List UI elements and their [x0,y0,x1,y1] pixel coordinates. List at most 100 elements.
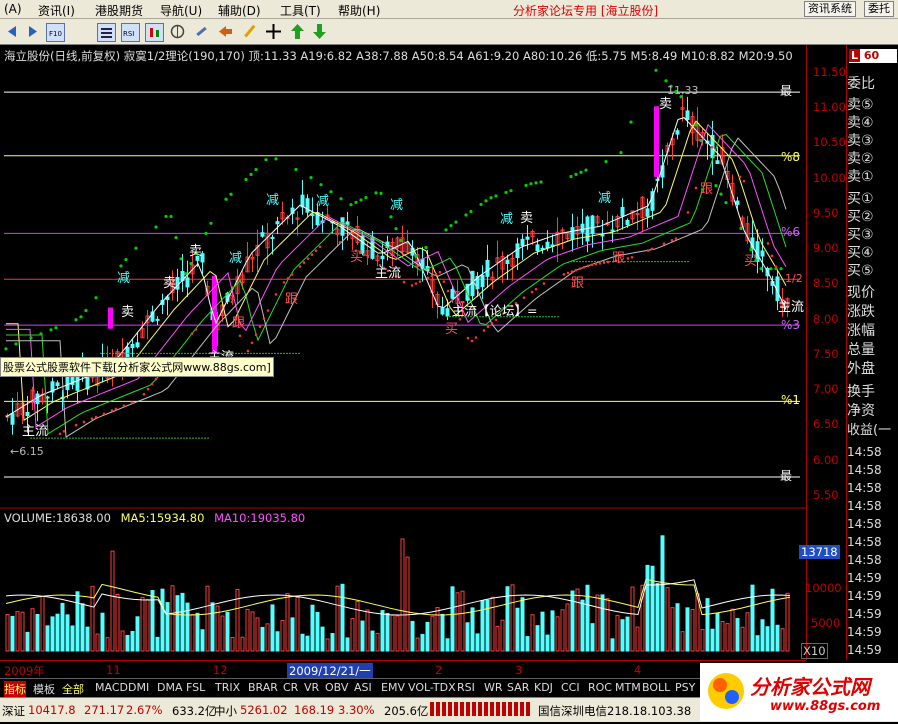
sar-dot [94,296,98,300]
indicator-tab[interactable]: RSI [457,681,475,694]
quote-label: 卖② [847,151,874,167]
candle-body [10,413,15,425]
wrench-icon[interactable] [193,23,210,40]
sar-dot [84,308,88,313]
support-dot [74,423,78,427]
support-dot [130,401,134,404]
down-arrow-icon[interactable] [311,23,328,40]
volume-bar [135,616,140,652]
indicator-tab[interactable]: 指标 [4,681,26,697]
rsi-icon[interactable]: RSI [121,23,140,42]
indicator-tab[interactable]: EMV [381,681,405,694]
support-dot [146,387,150,391]
sar-dot [189,262,193,266]
pencil-icon[interactable] [241,23,258,40]
volume-bar [65,614,70,652]
menu-item-nav[interactable]: 导航(U) [160,2,202,19]
indicator-tab[interactable]: VR [304,681,319,694]
support-dot [566,271,570,275]
pct-label: %1 [781,393,801,407]
info-system-button[interactable]: 资讯系统 [804,1,856,17]
volume-bar [15,611,20,652]
support-dot [114,407,118,411]
volume-bar [500,619,505,652]
forward-icon[interactable] [24,23,41,40]
menu-item-aux[interactable]: 辅助(D) [218,2,261,19]
indicator-tab[interactable]: ASI [354,681,372,694]
volume-bar [590,623,595,652]
annotation-mainstream: 主流 [375,266,402,281]
sar-dot [494,194,498,198]
sar-dot [224,197,228,201]
volume-bar [40,595,45,652]
volume-bar [445,638,450,652]
indicator-tab[interactable]: BOLL [642,681,670,694]
sar-dot [309,176,313,180]
f10-icon[interactable]: F10 [46,23,65,42]
volume-bar [625,616,630,652]
kline-icon[interactable] [145,23,164,42]
list-icon[interactable] [97,23,116,42]
cross-icon[interactable] [265,23,282,40]
indicator-tab[interactable]: TRIX [215,681,240,694]
volume-bar [570,590,575,652]
indicator-tab[interactable]: SAR [507,681,529,694]
up-arrow-icon[interactable] [289,23,306,40]
indicator-tab[interactable]: KDJ [534,681,553,694]
candle-body [580,223,585,233]
indicator-badge[interactable]: L 60 [849,49,897,63]
candle-body [675,130,680,135]
indicator-tab[interactable]: WR [484,681,503,694]
sar-dot [14,342,18,346]
indicator-tab[interactable]: CR [283,681,298,694]
indicator-tab[interactable]: 模板 [33,681,55,697]
menu-item-tools[interactable]: 工具(T) [280,2,321,19]
menu-item-a[interactable]: (A) [4,2,22,16]
support-dot [314,249,318,253]
indicator-tab[interactable]: DMI [128,681,149,694]
price-tick: 5.50 [813,488,839,502]
volume-bar [425,621,430,652]
support-dot [266,309,270,312]
volume-ma-line [5,578,791,616]
sar-dot [294,167,298,172]
volume-bar [575,588,580,652]
support-dot [582,265,586,269]
indicator-tab[interactable]: 全部 [62,681,84,697]
candle-body [485,259,490,277]
ad-banner[interactable]: 股票公式股票软件下载[分析家公式网www.88gs.com] [0,357,274,377]
arrow-icon[interactable] [217,23,234,40]
volume-bar [550,610,555,652]
trade-button[interactable]: 委托 [864,1,894,17]
cursor-date: 2009/12/21/一 [287,663,373,679]
indicator-tab[interactable]: VOL-TDX [408,681,456,694]
indicator-tab[interactable]: DMA [157,681,183,694]
volume-bar [725,623,730,652]
indicator-tab[interactable]: BRAR [248,681,278,694]
volume-bar [665,587,670,652]
support-dot [82,420,86,424]
indicator-tab[interactable]: MACD [95,681,128,694]
volume-ma10: MA10:19035.80 [214,511,306,525]
indicator-tab[interactable]: ROC [588,681,612,694]
price-tick: 11.00 [813,100,846,114]
indicator-tab[interactable]: FSL [186,681,205,694]
menu-item-help[interactable]: 帮助(H) [338,2,380,19]
indicator-tab[interactable]: PSY [675,681,695,694]
volume-bar [535,625,540,652]
back-icon[interactable] [4,23,21,40]
volume-bar [675,603,680,652]
menu-bar: (A) 资讯(I) 港股期货 导航(U) 辅助(D) 工具(T) 帮助(H) 分… [0,0,898,19]
kline-chart[interactable] [0,45,806,660]
support-dot [194,328,198,331]
sar-dot [169,214,173,219]
indicator-tab[interactable]: OBV [325,681,348,694]
volume-bar [350,618,355,652]
indicator-tab[interactable]: CCI [561,681,580,694]
menu-item-hk-futures[interactable]: 港股期货 [95,2,143,19]
support-dot [742,179,746,183]
menu-item-info[interactable]: 资讯(I) [38,2,75,19]
compass-icon[interactable] [169,23,186,40]
indicator-tab[interactable]: MTM [615,681,641,694]
support-dot [426,276,430,280]
